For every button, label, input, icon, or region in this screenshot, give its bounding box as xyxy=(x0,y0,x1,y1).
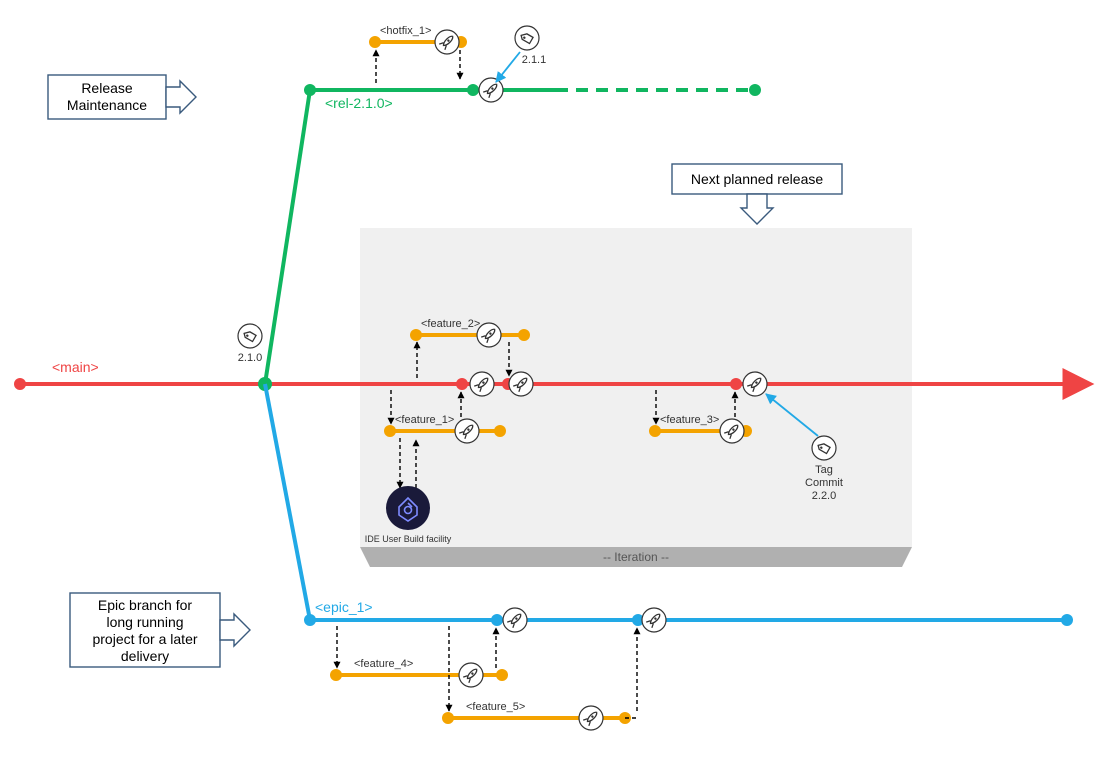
rocket-icon xyxy=(509,372,533,396)
callout-epic: Epic branch for long running project for… xyxy=(70,593,250,667)
rocket-icon xyxy=(435,30,459,54)
iteration-label: -- Iteration -- xyxy=(603,550,669,564)
tag-icon xyxy=(238,324,262,348)
branch-hotfix1: <hotfix_1> xyxy=(369,25,467,83)
callout-next-planned: Next planned release xyxy=(672,164,842,224)
feature3-label: <feature_3> xyxy=(660,414,719,426)
svg-text:IDE User Build facility: IDE User Build facility xyxy=(365,534,452,544)
release-label: <rel-2.1.0> xyxy=(325,95,393,111)
epic-label: <epic_1> xyxy=(315,599,373,615)
feature2-label: <feature_2> xyxy=(421,318,480,330)
svg-text:2.2.0: 2.2.0 xyxy=(812,490,836,502)
feature4-label: <feature_4> xyxy=(354,658,413,670)
feature1-label: <feature_1> xyxy=(395,414,454,426)
tag-icon xyxy=(812,436,836,460)
rocket-icon xyxy=(470,372,494,396)
svg-text:Tag: Tag xyxy=(815,464,833,476)
svg-text:Epic branch for: Epic branch for xyxy=(98,597,192,613)
rocket-icon xyxy=(479,78,503,102)
svg-text:long running: long running xyxy=(106,614,183,630)
tag-icon xyxy=(515,26,539,50)
rocket-icon xyxy=(503,608,527,632)
rocket-icon xyxy=(579,706,603,730)
svg-text:Release: Release xyxy=(81,80,133,96)
main-label: <main> xyxy=(52,359,99,375)
svg-text:delivery: delivery xyxy=(121,648,169,664)
svg-text:2.1.1: 2.1.1 xyxy=(522,54,546,66)
svg-text:project for a later: project for a later xyxy=(92,631,197,647)
svg-text:Maintenance: Maintenance xyxy=(67,97,147,113)
branch-feature4: <feature_4> xyxy=(330,626,508,687)
rocket-icon xyxy=(459,663,483,687)
svg-text:2.1.0: 2.1.0 xyxy=(238,352,262,364)
rocket-icon xyxy=(743,372,767,396)
rocket-icon xyxy=(455,419,479,443)
iteration-panel: -- Iteration -- xyxy=(360,228,912,567)
hotfix1-label: <hotfix_1> xyxy=(380,25,431,37)
svg-text:Commit: Commit xyxy=(805,477,843,489)
rocket-icon xyxy=(720,419,744,443)
svg-text:Next planned release: Next planned release xyxy=(691,171,824,187)
rocket-icon xyxy=(642,608,666,632)
feature5-label: <feature_5> xyxy=(466,701,525,713)
tag-210: 2.1.0 xyxy=(238,324,262,364)
callout-release-maintenance: Release Maintenance xyxy=(48,75,196,119)
tag-211: 2.1.1 xyxy=(496,26,546,82)
rocket-icon xyxy=(477,323,501,347)
